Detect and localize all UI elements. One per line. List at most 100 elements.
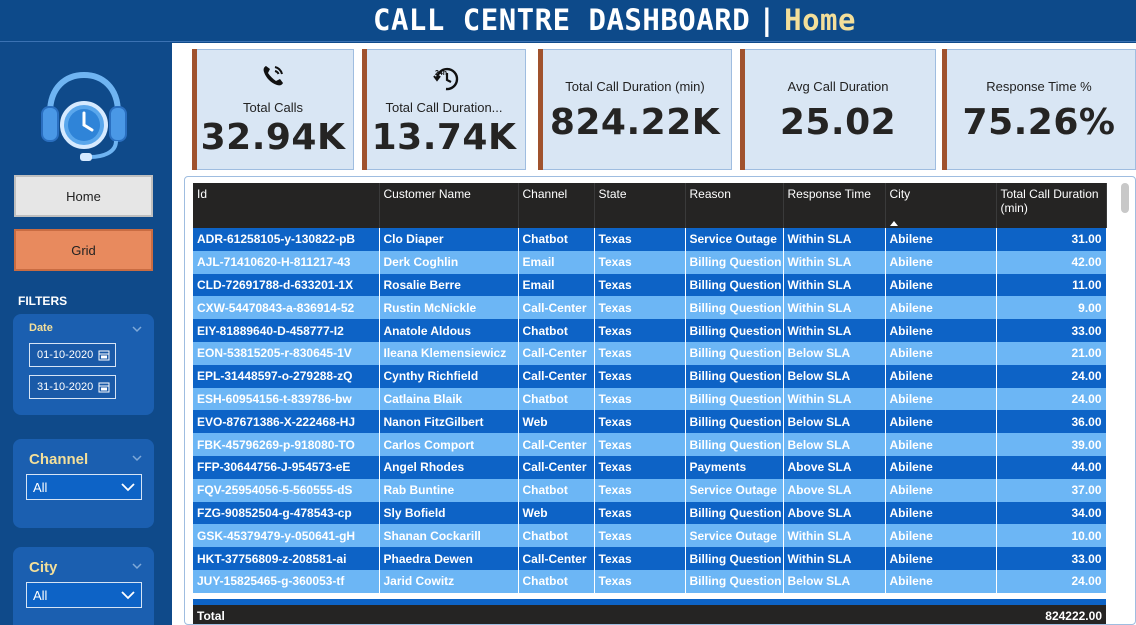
kpi-value: 25.02 bbox=[779, 102, 897, 143]
table-cell: Sly Bofield bbox=[379, 501, 519, 525]
table-row[interactable]: FFP-30644756-J-954573-eE Angel Rhodes Call… bbox=[193, 455, 1107, 479]
scrollbar-thumb[interactable] bbox=[1121, 183, 1129, 213]
calendar-icon[interactable] bbox=[98, 349, 110, 361]
table-cell: Chatbot bbox=[518, 478, 595, 502]
table-cell: Billing Question bbox=[685, 341, 784, 365]
table-cell: Billing Question bbox=[685, 501, 784, 525]
column-header[interactable]: Channel bbox=[518, 183, 595, 228]
chevron-down-icon[interactable] bbox=[132, 453, 142, 463]
table-row[interactable]: EIY-81889640-D-458777-I2 Anatole Aldous Ch… bbox=[193, 319, 1107, 342]
table-scrollbar[interactable] bbox=[1121, 183, 1129, 623]
table-cell: Abilene bbox=[885, 250, 997, 274]
table-cell: Within SLA bbox=[783, 273, 886, 297]
table-cell: 10.00 bbox=[996, 524, 1107, 548]
table-cell: Abilene bbox=[885, 501, 997, 525]
kpi-label: Total Call Duration (min) bbox=[565, 79, 705, 94]
table-cell: Texas bbox=[594, 501, 686, 525]
column-header[interactable]: Response Time bbox=[783, 183, 886, 228]
table-cell: Chatbot bbox=[518, 524, 595, 548]
table-cell: 31.00 bbox=[996, 228, 1107, 251]
city-filter-card: City All bbox=[13, 547, 154, 625]
table-cell: Texas bbox=[594, 387, 686, 411]
table-cell: Abilene bbox=[885, 569, 997, 593]
table-cell: Call-Center bbox=[518, 341, 595, 365]
table-cell: Texas bbox=[594, 410, 686, 434]
table-cell: Rab Buntine bbox=[379, 478, 519, 502]
kpi-label: Total Calls bbox=[243, 100, 303, 115]
table-cell: 42.00 bbox=[996, 250, 1107, 274]
column-header[interactable]: Customer Name bbox=[379, 183, 519, 228]
table-cell: 39.00 bbox=[996, 433, 1107, 456]
table-row[interactable]: ESH-60954156-t-839786-bw Catlaina Blaik Ch… bbox=[193, 387, 1107, 411]
table-cell: Abilene bbox=[885, 296, 997, 320]
title-separator: | bbox=[758, 3, 777, 37]
nav-home-button[interactable]: Home bbox=[14, 175, 153, 217]
table-cell: 33.00 bbox=[996, 547, 1107, 570]
table-cell: Texas bbox=[594, 455, 686, 479]
headset-clock-icon bbox=[41, 71, 127, 161]
table-cell: Phaedra Dewen bbox=[379, 547, 519, 570]
dashboard-title: CALL CENTRE DASHBOARD bbox=[373, 3, 751, 37]
table-cell: 9.00 bbox=[996, 296, 1107, 320]
kpi-value: 13.74K bbox=[371, 117, 517, 158]
table-cell: FZG-90852504-g-478543-cp bbox=[193, 501, 380, 525]
chevron-down-icon[interactable] bbox=[132, 324, 142, 334]
table-cell: Carlos Comport bbox=[379, 433, 519, 456]
table-row[interactable]: AJL-71410620-H-811217-43 Derk Coghlin Emai… bbox=[193, 250, 1107, 274]
table-row[interactable]: ADR-61258105-y-130822-pB Clo Diaper Chatbo… bbox=[193, 228, 1107, 251]
table-cell: Email bbox=[518, 273, 595, 297]
table-cell: Nanon FitzGilbert bbox=[379, 410, 519, 434]
table-cell: FBK-45796269-p-918080-TO bbox=[193, 433, 380, 456]
total-label: Total bbox=[197, 609, 225, 623]
sidebar: Home Grid FILTERS Date 01-10-2020 31-10-… bbox=[0, 43, 170, 625]
nav-grid-button[interactable]: Grid bbox=[14, 229, 153, 271]
end-date-input[interactable]: 31-10-2020 bbox=[29, 375, 116, 399]
calls-table: Id Customer Name Channel State Reason Re… bbox=[193, 183, 1107, 593]
table-row[interactable]: FZG-90852504-g-478543-cp Sly Bofield Web Te… bbox=[193, 501, 1107, 525]
chevron-down-icon bbox=[121, 483, 135, 492]
table-cell: Abilene bbox=[885, 410, 997, 434]
kpi-value: 32.94K bbox=[200, 117, 346, 158]
table-cell: EIY-81889640-D-458777-I2 bbox=[193, 319, 380, 342]
start-date-input[interactable]: 01-10-2020 bbox=[29, 343, 116, 367]
column-header[interactable]: Reason bbox=[685, 183, 784, 228]
column-header[interactable]: State bbox=[594, 183, 686, 228]
table-cell: CXW-54470843-a-836914-52 bbox=[193, 296, 380, 320]
calls-table-visual: Id Customer Name Channel State Reason Re… bbox=[184, 176, 1136, 625]
phone-icon bbox=[263, 66, 283, 86]
table-row[interactable]: EVO-87671386-X-222468-HJ Nanon FitzGilber… bbox=[193, 410, 1107, 434]
chevron-down-icon[interactable] bbox=[132, 561, 142, 571]
table-row[interactable]: CLD-72691788-d-633201-1X Rosalie Berre Ema… bbox=[193, 273, 1107, 297]
column-header[interactable]: Total Call Duration (min) bbox=[996, 183, 1107, 228]
city-dropdown[interactable]: All bbox=[26, 582, 142, 608]
calendar-icon[interactable] bbox=[98, 381, 110, 393]
table-row[interactable]: JUY-15825465-g-360053-tf Jarid Cowitz Chat… bbox=[193, 569, 1107, 593]
table-cell: Abilene bbox=[885, 455, 997, 479]
table-cell: Above SLA bbox=[783, 478, 886, 502]
table-row[interactable]: GSK-45379479-y-050641-gH Shanan Cockarill… bbox=[193, 524, 1107, 548]
table-cell: Call-Center bbox=[518, 547, 595, 570]
table-row[interactable]: CXW-54470843-a-836914-52 Rustin McNickle C… bbox=[193, 296, 1107, 320]
channel-dropdown-value: All bbox=[33, 479, 48, 495]
table-cell: JUY-15825465-g-360053-tf bbox=[193, 569, 380, 593]
table-row[interactable]: HKT-37756809-z-208581-ai Phaedra Dewen Cal… bbox=[193, 547, 1107, 570]
table-cell: Within SLA bbox=[783, 319, 886, 342]
column-header-city[interactable]: City bbox=[885, 183, 997, 228]
table-cell: Texas bbox=[594, 341, 686, 365]
total-value: 824222.00 bbox=[1045, 609, 1102, 623]
table-cell: Texas bbox=[594, 228, 686, 251]
table-cell: Shanan Cockarill bbox=[379, 524, 519, 548]
table-cell: Call-Center bbox=[518, 433, 595, 456]
channel-dropdown[interactable]: All bbox=[26, 474, 142, 500]
table-row[interactable]: EPL-31448597-o-279288-zQ Cynthy Richfield… bbox=[193, 364, 1107, 388]
table-cell: ESH-60954156-t-839786-bw bbox=[193, 387, 380, 411]
kpi-label: Total Call Duration... bbox=[385, 100, 503, 115]
table-cell: Abilene bbox=[885, 387, 997, 411]
table-cell: Texas bbox=[594, 547, 686, 570]
column-header[interactable]: Id bbox=[193, 183, 380, 228]
table-row[interactable]: EON-53815205-r-830645-1V Ileana Klemensie… bbox=[193, 341, 1107, 365]
table-cell: 44.00 bbox=[996, 455, 1107, 479]
table-row[interactable]: FBK-45796269-p-918080-TO Carlos Comport Ca… bbox=[193, 433, 1107, 456]
table-row[interactable]: FQV-25954056-5-560555-dS Rab Buntine Chatb… bbox=[193, 478, 1107, 502]
table-cell: Below SLA bbox=[783, 433, 886, 456]
